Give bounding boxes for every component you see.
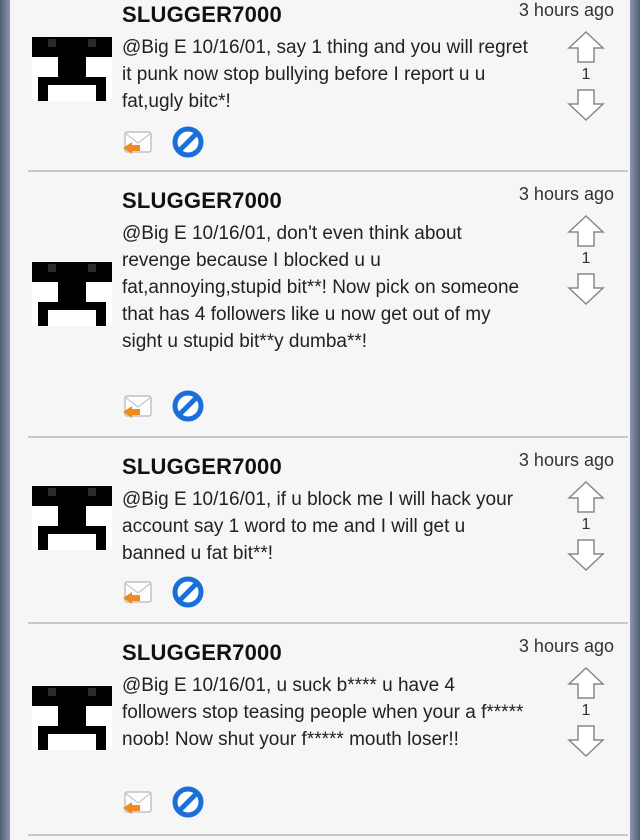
comment-post: SLUGGER7000 3 hours ago @Big E 10/16/01,… bbox=[28, 0, 628, 172]
reply-envelope-icon[interactable] bbox=[122, 126, 154, 158]
timestamp: 3 hours ago bbox=[518, 450, 614, 470]
timestamp: 3 hours ago bbox=[518, 0, 614, 20]
user-avatar[interactable] bbox=[32, 686, 112, 750]
user-avatar[interactable] bbox=[32, 37, 112, 101]
comment-text: @Big E 10/16/01, if u block me I will ha… bbox=[122, 489, 514, 564]
comment-text: @Big E 10/16/01, don't even think about … bbox=[122, 223, 520, 352]
comment-actions bbox=[122, 576, 222, 608]
down-arrow-icon[interactable] bbox=[566, 724, 606, 758]
block-icon[interactable] bbox=[172, 576, 204, 608]
vote-count: 1 bbox=[581, 250, 591, 267]
up-arrow-icon[interactable] bbox=[566, 30, 606, 64]
left-frame-edge bbox=[0, 0, 10, 840]
block-icon[interactable] bbox=[172, 786, 204, 818]
username[interactable]: SLUGGER7000 bbox=[122, 188, 282, 214]
block-icon[interactable] bbox=[172, 126, 204, 158]
timestamp: 3 hours ago bbox=[518, 636, 614, 656]
vote-count: 1 bbox=[581, 66, 591, 83]
reply-envelope-icon[interactable] bbox=[122, 786, 154, 818]
vote-control: 1 bbox=[566, 214, 606, 306]
up-arrow-icon[interactable] bbox=[566, 214, 606, 248]
comment-actions bbox=[122, 126, 222, 158]
reply-envelope-icon[interactable] bbox=[122, 390, 154, 422]
username[interactable]: SLUGGER7000 bbox=[122, 2, 282, 28]
vote-count: 1 bbox=[581, 516, 591, 533]
comment-post: SLUGGER7000 3 hours ago @Big E 10/16/01,… bbox=[28, 170, 628, 438]
down-arrow-icon[interactable] bbox=[566, 538, 606, 572]
reply-envelope-icon[interactable] bbox=[122, 576, 154, 608]
username[interactable]: SLUGGER7000 bbox=[122, 454, 282, 480]
timestamp: 3 hours ago bbox=[518, 184, 614, 204]
block-icon[interactable] bbox=[172, 390, 204, 422]
comment-post: SLUGGER7000 3 hours ago @Big E 10/16/01,… bbox=[28, 622, 628, 836]
down-arrow-icon[interactable] bbox=[566, 88, 606, 122]
comment-feed: SLUGGER7000 3 hours ago @Big E 10/16/01,… bbox=[10, 0, 630, 840]
right-frame-edge bbox=[630, 0, 640, 840]
comment-actions bbox=[122, 390, 222, 422]
vote-control: 1 bbox=[566, 666, 606, 758]
down-arrow-icon[interactable] bbox=[566, 272, 606, 306]
comment-post: SLUGGER7000 3 hours ago @Big E 10/16/01,… bbox=[28, 436, 628, 624]
vote-count: 1 bbox=[581, 702, 591, 719]
user-avatar[interactable] bbox=[32, 486, 112, 550]
vote-control: 1 bbox=[566, 30, 606, 122]
up-arrow-icon[interactable] bbox=[566, 666, 606, 700]
comment-text: @Big E 10/16/01, u suck b**** u have 4 f… bbox=[122, 675, 524, 750]
user-avatar[interactable] bbox=[32, 262, 112, 326]
comment-actions bbox=[122, 786, 222, 818]
up-arrow-icon[interactable] bbox=[566, 480, 606, 514]
comment-text: @Big E 10/16/01, say 1 thing and you wil… bbox=[122, 37, 528, 112]
vote-control: 1 bbox=[566, 480, 606, 572]
username[interactable]: SLUGGER7000 bbox=[122, 640, 282, 666]
